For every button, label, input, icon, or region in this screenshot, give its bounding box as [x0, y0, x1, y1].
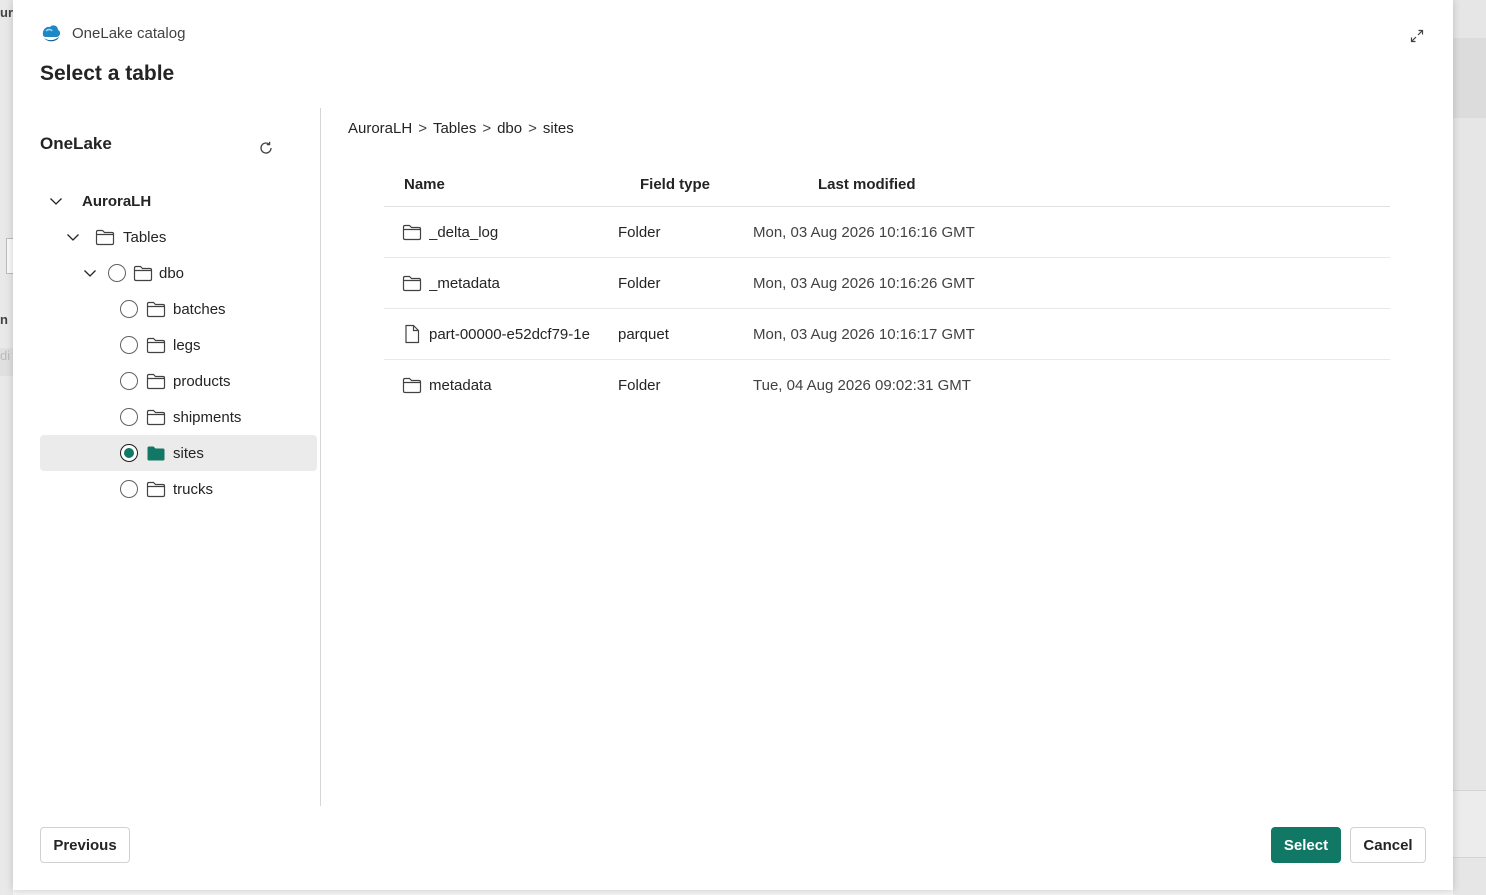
table-contents-pane: AuroraLH > Tables > dbo > sites Name Fie… [348, 108, 1418, 806]
folder-icon [146, 480, 166, 498]
folder-icon [146, 372, 166, 390]
tree-item-legs[interactable]: legs [40, 327, 317, 363]
previous-button[interactable]: Previous [40, 827, 130, 863]
background-text-fragment: n [0, 312, 8, 327]
folder-icon [146, 336, 166, 354]
file-icon [401, 324, 423, 344]
breadcrumb-item[interactable]: dbo [497, 120, 522, 137]
folder-icon [146, 408, 166, 426]
chevron-down-icon[interactable] [46, 191, 66, 211]
breadcrumb-item[interactable]: Tables [433, 120, 476, 137]
tree-item-batches[interactable]: batches [40, 291, 317, 327]
folder-icon [133, 264, 153, 282]
folder-icon [95, 228, 115, 246]
table-row[interactable]: _delta_log Folder Mon, 03 Aug 2026 10:16… [384, 207, 1390, 258]
tree-item-label: AuroraLH [82, 192, 152, 210]
breadcrumb-separator: > [528, 120, 537, 137]
breadcrumb-item[interactable]: AuroraLH [348, 120, 412, 137]
row-last-modified: Tue, 04 Aug 2026 09:02:31 GMT [753, 377, 971, 394]
folder-icon [401, 375, 423, 395]
cancel-button[interactable]: Cancel [1350, 827, 1426, 863]
brand-name: OneLake catalog [72, 24, 186, 42]
files-table: Name Field type Last modified _delta_log… [384, 162, 1390, 411]
row-last-modified: Mon, 03 Aug 2026 10:16:16 GMT [753, 223, 975, 241]
row-name: part-00000-e52dcf79-1e [429, 325, 590, 343]
column-header-last-modified[interactable]: Last modified [818, 176, 916, 193]
select-button[interactable]: Select [1271, 827, 1341, 863]
breadcrumb-separator: > [418, 120, 427, 137]
table-row[interactable]: part-00000-e52dcf79-1e parquet Mon, 03 A… [384, 309, 1390, 360]
row-name: _metadata [429, 274, 500, 292]
background-right-band [1453, 790, 1486, 858]
background-left-strip [0, 0, 13, 895]
background-input-fragment [6, 238, 13, 274]
pane-title: OneLake [40, 134, 112, 153]
folder-icon [401, 273, 423, 293]
background-right-band [1453, 38, 1486, 118]
shipments-radio[interactable] [120, 408, 138, 426]
folder-icon [146, 300, 166, 318]
column-header-field-type[interactable]: Field type [640, 176, 710, 193]
row-field-type: Folder [618, 377, 661, 394]
catalog-tree: AuroraLH Tables dbo batches legs product… [40, 183, 317, 507]
breadcrumb-separator: > [482, 120, 492, 137]
breadcrumb: AuroraLH > Tables > dbo > sites [348, 120, 574, 137]
products-radio[interactable] [120, 372, 138, 390]
tree-item-auroralh[interactable]: AuroraLH [40, 183, 317, 219]
tree-item-dbo[interactable]: dbo [40, 255, 317, 291]
refresh-icon[interactable] [256, 138, 276, 158]
tree-item-label: shipments [173, 408, 242, 426]
trucks-radio[interactable] [120, 480, 138, 498]
row-last-modified: Mon, 03 Aug 2026 10:16:26 GMT [753, 274, 975, 292]
tree-item-products[interactable]: products [40, 363, 317, 399]
expand-icon[interactable] [1407, 26, 1427, 46]
onelake-tree-pane: OneLake AuroraLH Tables dbo batches legs… [40, 108, 320, 806]
chevron-down-icon[interactable] [63, 227, 83, 247]
batches-radio[interactable] [120, 300, 138, 318]
dbo-radio[interactable] [108, 264, 126, 282]
legs-radio[interactable] [120, 336, 138, 354]
pane-divider [320, 108, 321, 806]
tree-item-label: products [173, 372, 231, 390]
breadcrumb-item-current: sites [542, 120, 574, 137]
table-header: Name Field type Last modified [384, 162, 1390, 207]
onelake-catalog-dialog: OneLake catalog Select a table OneLake A… [13, 0, 1453, 890]
tree-item-sites[interactable]: sites [40, 435, 317, 471]
table-row[interactable]: metadata Folder Tue, 04 Aug 2026 09:02:3… [384, 360, 1390, 411]
folder-icon [401, 222, 423, 242]
row-last-modified: Mon, 03 Aug 2026 10:16:17 GMT [753, 325, 975, 343]
tree-item-tables[interactable]: Tables [40, 219, 317, 255]
chevron-down-icon[interactable] [80, 263, 100, 283]
onelake-logo-icon [40, 22, 62, 44]
background-right-strip [1453, 0, 1486, 895]
tree-item-label: Tables [123, 228, 167, 246]
row-field-type: Folder [618, 274, 661, 292]
folder-filled-icon [146, 444, 166, 462]
tree-item-label: legs [173, 336, 201, 354]
background-text-fragment: ur [0, 5, 13, 20]
row-name: metadata [429, 377, 492, 394]
tree-item-label: trucks [173, 480, 214, 498]
column-header-name[interactable]: Name [404, 176, 445, 193]
tree-item-label: batches [173, 300, 226, 318]
tree-item-label: sites [173, 444, 204, 462]
background-text-fragment: di [0, 348, 13, 376]
row-field-type: parquet [618, 325, 669, 343]
tree-item-trucks[interactable]: trucks [40, 471, 317, 507]
row-name: _delta_log [429, 223, 499, 241]
sites-radio[interactable] [120, 444, 138, 462]
row-field-type: Folder [618, 223, 661, 241]
dialog-brand: OneLake catalog [40, 22, 185, 44]
tree-item-label: dbo [159, 264, 185, 282]
dialog-title: Select a table [40, 62, 175, 85]
tree-item-shipments[interactable]: shipments [40, 399, 317, 435]
table-row[interactable]: _metadata Folder Mon, 03 Aug 2026 10:16:… [384, 258, 1390, 309]
